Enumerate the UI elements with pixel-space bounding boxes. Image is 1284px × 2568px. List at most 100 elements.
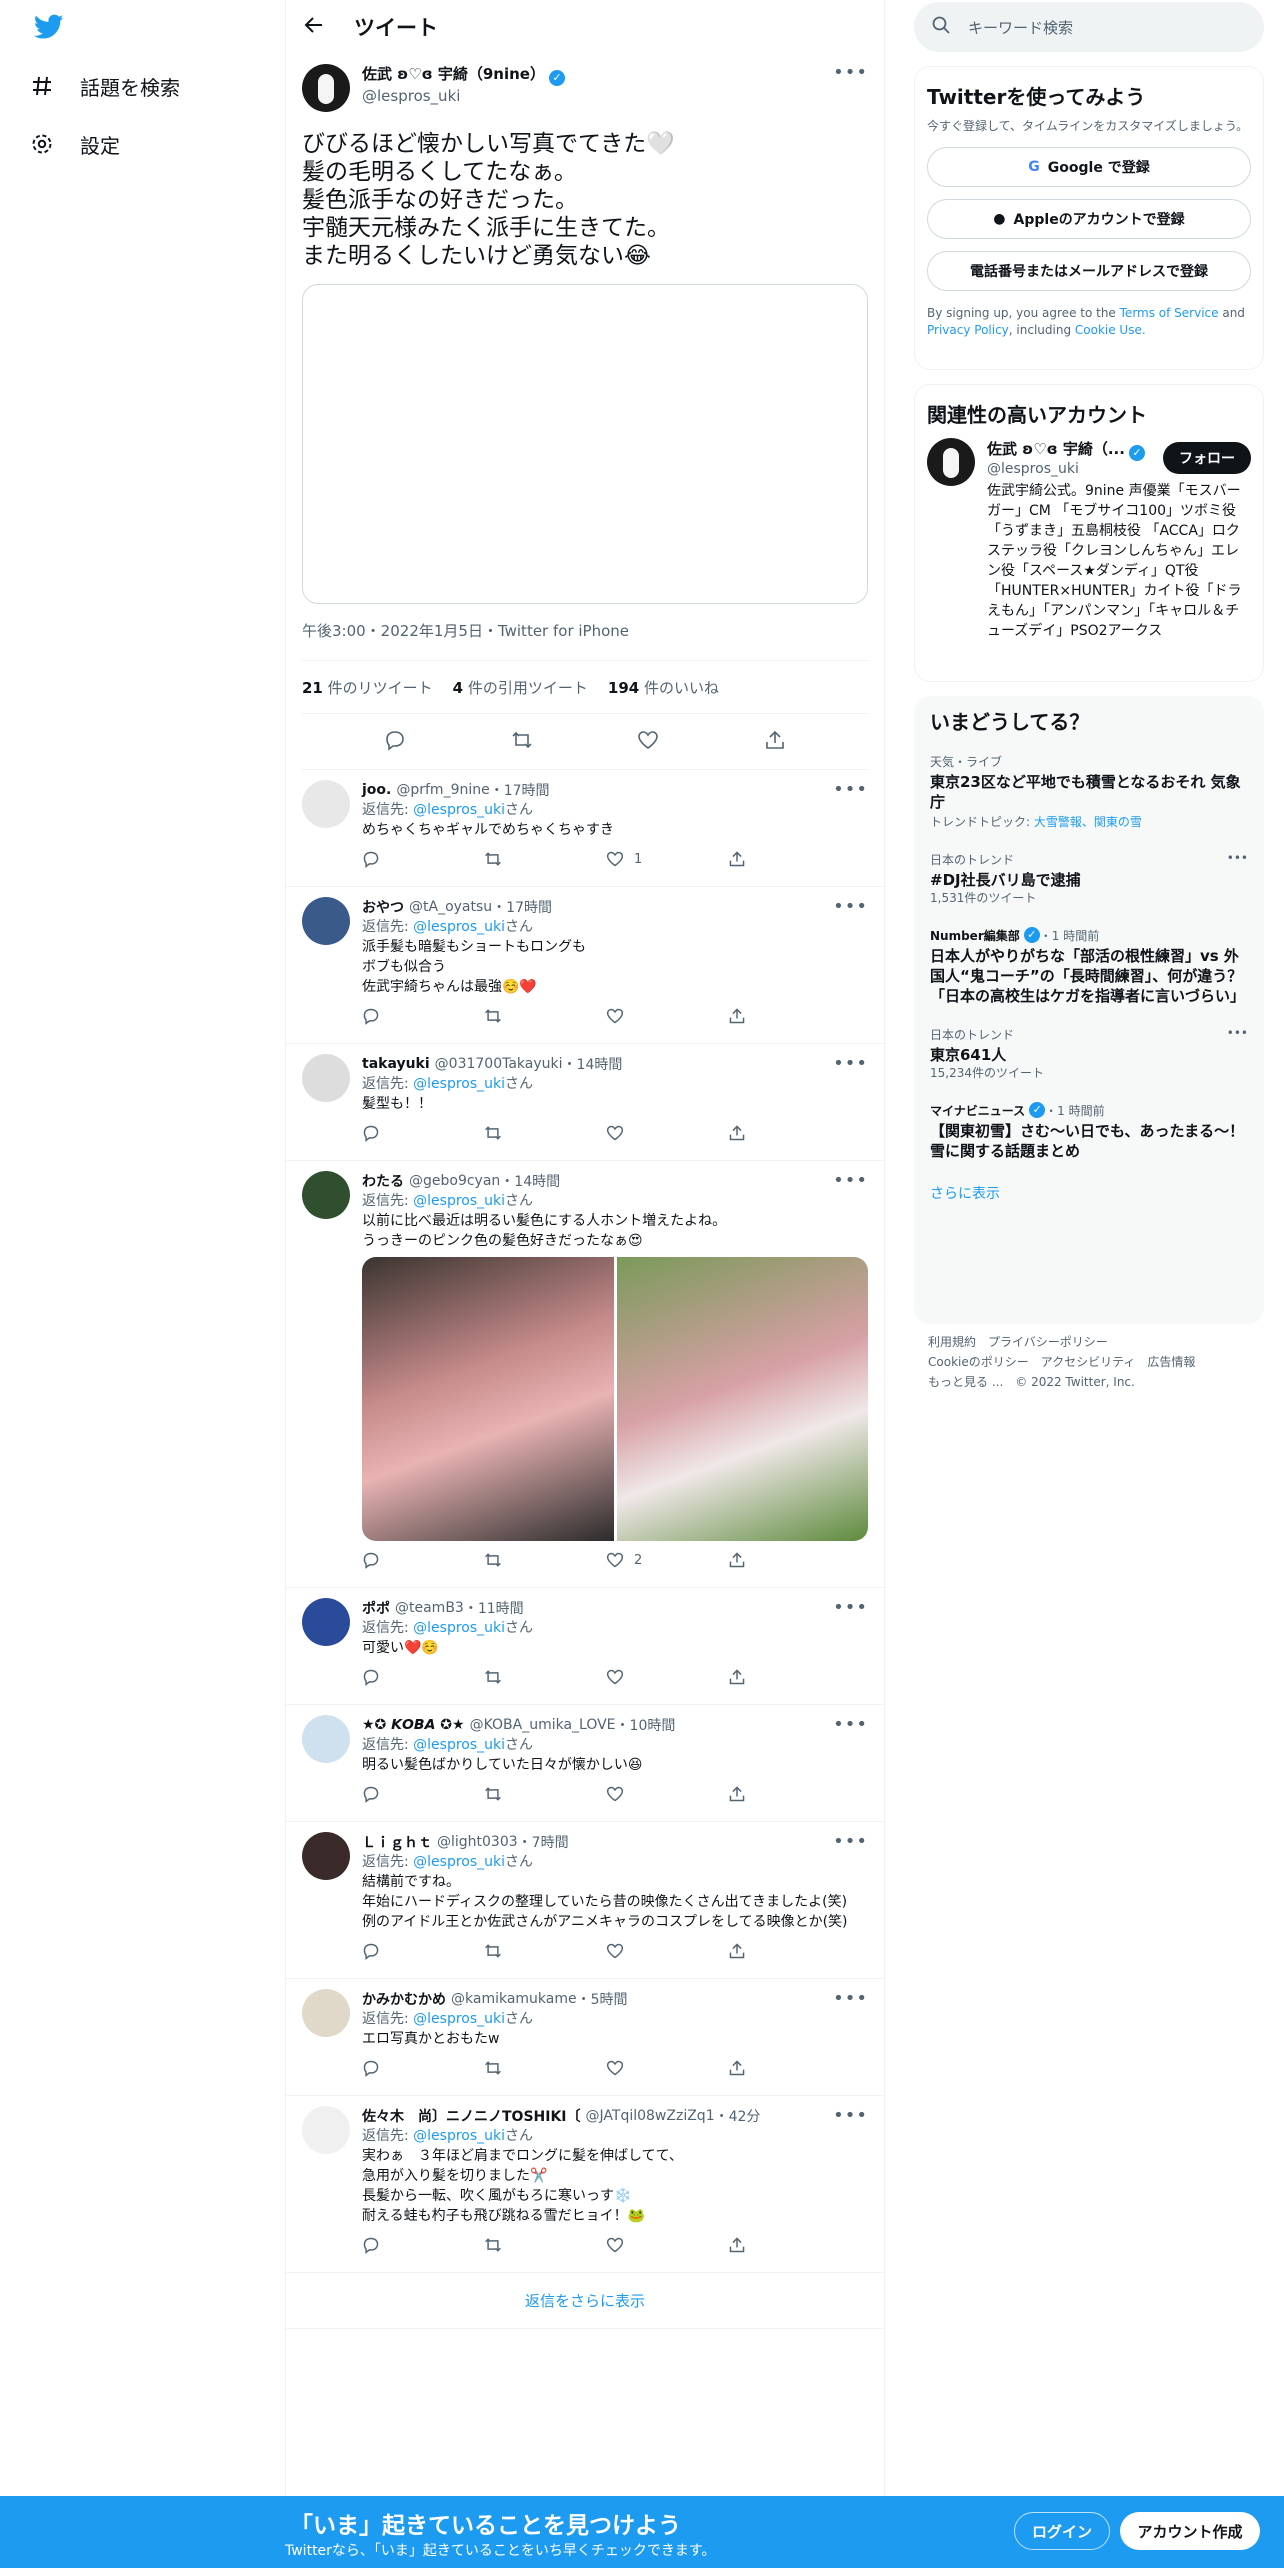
like-count[interactable]: 194 件のいいね: [608, 677, 719, 698]
reply-icon[interactable]: [362, 2059, 422, 2077]
retweet-icon[interactable]: [484, 1551, 544, 1569]
reply-handle[interactable]: @tA_oyatsu: [409, 899, 492, 915]
follow-button[interactable]: フォロー: [1163, 441, 1251, 474]
reply-time[interactable]: ・11時間: [464, 1598, 524, 1618]
reply-tweet[interactable]: わたる @gebo9cyan ・14時間 ••• 返信先: @lespros_ukiさん…: [286, 1161, 884, 1588]
mention-link[interactable]: @lespros_uki: [413, 2011, 505, 2027]
reply-time[interactable]: ・17時間: [492, 897, 552, 917]
reply-time[interactable]: ・7時間: [518, 1832, 569, 1852]
reply-time[interactable]: ・10時間: [616, 1715, 676, 1735]
footer-link[interactable]: Cookieのポリシー: [928, 1355, 1029, 1369]
more-options-icon[interactable]: •••: [833, 898, 868, 916]
avatar[interactable]: [302, 2106, 350, 2154]
more-options-icon[interactable]: •••: [833, 64, 868, 82]
reply-author-name[interactable]: わたる: [362, 1171, 404, 1191]
nav-settings[interactable]: 設定: [28, 124, 120, 164]
reply-icon[interactable]: [362, 1551, 422, 1569]
share-icon[interactable]: [764, 729, 786, 755]
author-handle[interactable]: @lespros_uki: [362, 87, 460, 105]
search-bar[interactable]: キーワード検索: [914, 2, 1264, 52]
retweet-count[interactable]: 21 件のリツイート: [302, 677, 433, 698]
reply-handle[interactable]: @prfm_9nine: [396, 782, 489, 798]
retweet-icon[interactable]: [484, 2236, 544, 2254]
reply-tweet[interactable]: おやつ @tA_oyatsu ・17時間 ••• 返信先: @lespros_ukiさん…: [286, 887, 884, 1044]
more-options-icon[interactable]: •••: [833, 1599, 868, 1617]
more-options-icon[interactable]: •••: [833, 1055, 868, 1073]
photo[interactable]: [362, 1257, 614, 1541]
reply-handle[interactable]: @JATqil08wZziZq1: [586, 2108, 715, 2124]
retweet-icon[interactable]: [484, 1668, 544, 1686]
heart-icon[interactable]: [606, 1785, 666, 1803]
retweet-icon[interactable]: [484, 850, 544, 868]
avatar[interactable]: [302, 64, 350, 112]
more-options-icon[interactable]: •••: [833, 2107, 868, 2125]
more-options-icon[interactable]: •••: [833, 781, 868, 799]
reply-handle[interactable]: @gebo9cyan: [409, 1173, 500, 1189]
related-handle[interactable]: @lespros_uki: [987, 461, 1163, 477]
reply-handle[interactable]: @kamikamukame: [451, 1991, 577, 2007]
avatar[interactable]: [302, 1989, 350, 2037]
more-options-icon[interactable]: •••: [833, 1990, 868, 2008]
avatar[interactable]: [927, 438, 975, 486]
reply-author-name[interactable]: takayuki: [362, 1056, 430, 1072]
mention-link[interactable]: @lespros_uki: [413, 1737, 505, 1753]
reply-icon[interactable]: [362, 1942, 422, 1960]
reply-tweet[interactable]: Ｌｉｇｈｔ @light0303 ・7時間 ••• 返信先: @lespros_ukiさ…: [286, 1822, 884, 1979]
retweet-icon[interactable]: [484, 1785, 544, 1803]
related-name[interactable]: 佐武 ʚ♡ɞ 宇綺（...: [987, 440, 1125, 458]
mention-link[interactable]: @lespros_uki: [413, 1620, 505, 1636]
retweet-icon[interactable]: [484, 1007, 544, 1025]
more-options-icon[interactable]: •••: [1227, 1026, 1248, 1043]
reply-time[interactable]: ・5時間: [577, 1989, 628, 2009]
avatar[interactable]: [302, 1054, 350, 1102]
trend-item[interactable]: マイナビニュース ✓ ・1 時間前 【関東初雪】さむ～い日でも、あったまる～！雪に関…: [930, 1092, 1248, 1171]
apple-signup-button[interactable]: ● Appleのアカウントで登録: [927, 199, 1251, 239]
footer-link[interactable]: プライバシーポリシー: [988, 1335, 1108, 1349]
cookie-link[interactable]: Cookie Use.: [1075, 323, 1146, 337]
trend-item[interactable]: Number編集部 ✓ ・1 時間前 日本人がやりがちな「部活の根性練習」vs 外国…: [930, 917, 1248, 1016]
reply-handle[interactable]: @teamB3: [395, 1600, 464, 1616]
heart-icon[interactable]: [637, 729, 659, 755]
tweet-media[interactable]: [302, 284, 868, 604]
avatar[interactable]: [302, 1715, 350, 1763]
mention-link[interactable]: @lespros_uki: [413, 1854, 505, 1870]
search-input[interactable]: キーワード検索: [968, 17, 1073, 38]
footer-link[interactable]: 利用規約: [928, 1335, 976, 1349]
share-icon[interactable]: [728, 1668, 788, 1686]
more-options-icon[interactable]: •••: [833, 1833, 868, 1851]
heart-icon[interactable]: [606, 2059, 666, 2077]
google-signup-button[interactable]: G Google で登録: [927, 147, 1251, 187]
phone-signup-button[interactable]: 電話番号またはメールアドレスで登録: [927, 251, 1251, 291]
footer-link[interactable]: アクセシビリティ: [1041, 1355, 1136, 1369]
heart-icon[interactable]: 2: [606, 1551, 666, 1569]
reply-icon[interactable]: [384, 729, 406, 755]
reply-time[interactable]: ・17時間: [490, 780, 550, 800]
heart-icon[interactable]: [606, 1124, 666, 1142]
reply-handle[interactable]: @KOBA_umika_LOVE: [470, 1717, 616, 1733]
share-icon[interactable]: [728, 1785, 788, 1803]
terms-link[interactable]: Terms of Service: [1120, 306, 1219, 320]
trends-show-more-link[interactable]: さらに表示: [930, 1171, 1248, 1215]
reply-icon[interactable]: [362, 1668, 422, 1686]
trend-item[interactable]: 日本のトレンド ••• 東京641人 15,234件のツイート: [930, 1016, 1248, 1092]
quote-count[interactable]: 4 件の引用ツイート: [453, 677, 588, 698]
heart-icon[interactable]: 1: [606, 850, 666, 868]
reply-tweet[interactable]: ポポ @teamB3 ・11時間 ••• 返信先: @lespros_ukiさん 可愛い❤…: [286, 1588, 884, 1705]
avatar[interactable]: [302, 1171, 350, 1219]
avatar[interactable]: [302, 1598, 350, 1646]
reply-icon[interactable]: [362, 2236, 422, 2254]
share-icon[interactable]: [728, 850, 788, 868]
reply-author-name[interactable]: おやつ: [362, 897, 404, 917]
reply-handle[interactable]: @031700Takayuki: [435, 1056, 563, 1072]
more-options-icon[interactable]: •••: [833, 1716, 868, 1734]
share-icon[interactable]: [728, 1551, 788, 1569]
reply-time[interactable]: ・42分: [715, 2106, 761, 2126]
heart-icon[interactable]: [606, 1668, 666, 1686]
signup-button[interactable]: アカウント作成: [1120, 2512, 1260, 2550]
share-icon[interactable]: [728, 1124, 788, 1142]
author-name[interactable]: 佐武 ʚ♡ɞ 宇綺（9nine）: [362, 65, 545, 83]
reply-tweet[interactable]: かみかむかめ @kamikamukame ・5時間 ••• 返信先: @lespros_…: [286, 1979, 884, 2096]
avatar[interactable]: [302, 897, 350, 945]
reply-author-name[interactable]: joo.: [362, 782, 391, 798]
reply-tweet[interactable]: ★✪ 𝙆𝙊𝘽𝘼 ✪★ @KOBA_umika_LOVE ・10時間 ••• 返信先: @…: [286, 1705, 884, 1822]
